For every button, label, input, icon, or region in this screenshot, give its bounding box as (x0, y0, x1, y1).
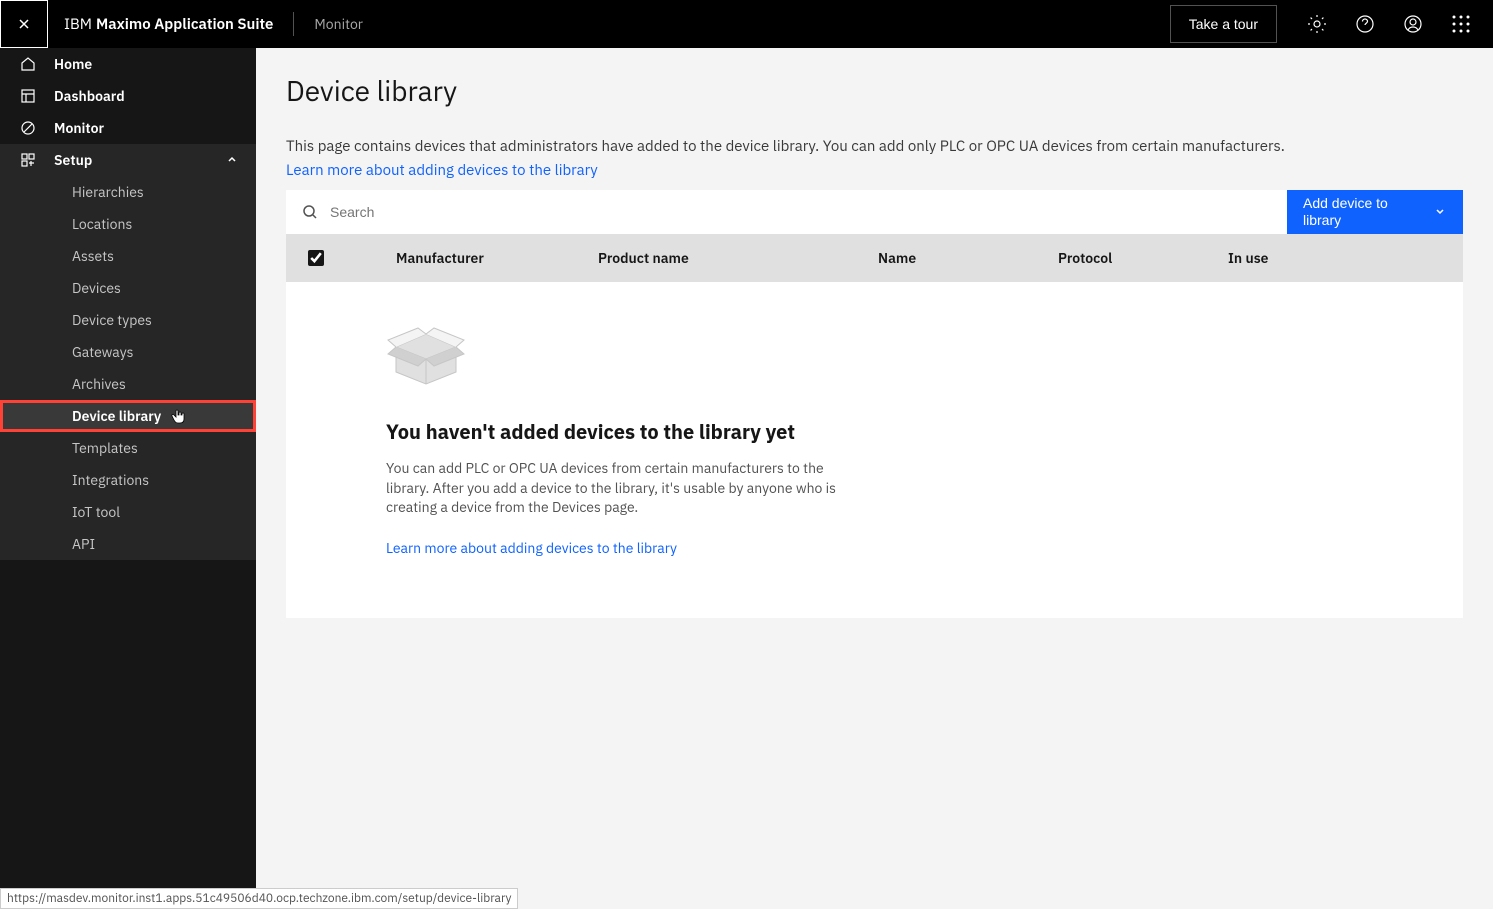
table-toolbar: Add device to library (286, 190, 1463, 234)
help-icon (1355, 14, 1375, 34)
sidebar-item-hierarchies[interactable]: Hierarchies (0, 176, 256, 208)
nav-dashboard[interactable]: Dashboard (0, 80, 256, 112)
sidebar-item-device-library-label: Device library (72, 407, 161, 425)
divider (293, 12, 294, 36)
apps-grid-icon (1452, 15, 1470, 33)
column-protocol[interactable]: Protocol (1046, 249, 1216, 267)
sidebar-item-device-library[interactable]: Device library (0, 400, 256, 432)
close-icon (16, 16, 32, 32)
help-button[interactable] (1345, 0, 1385, 48)
dashboard-icon (18, 88, 38, 104)
chevron-up-icon (226, 154, 238, 166)
empty-state-description: You can add PLC or OPC UA devices from c… (386, 459, 846, 518)
sidebar: Home Dashboard Monitor Setup Hierarchies… (0, 48, 256, 909)
app-header: IBM Maximo Application Suite Monitor Tak… (0, 0, 1493, 48)
nav-home[interactable]: Home (0, 48, 256, 80)
sidebar-item-integrations[interactable]: Integrations (0, 464, 256, 496)
user-button[interactable] (1393, 0, 1433, 48)
nav-home-label: Home (54, 55, 92, 73)
nav-setup-label: Setup (54, 151, 92, 169)
chevron-down-icon (1433, 205, 1447, 219)
add-device-button-label: Add device to library (1303, 195, 1423, 229)
select-all-checkbox[interactable] (308, 250, 324, 266)
empty-state-title: You haven't added devices to the library… (386, 418, 1363, 445)
gear-icon (1307, 14, 1327, 34)
search-input[interactable] (330, 204, 1271, 220)
column-in-use[interactable]: In use (1216, 249, 1336, 267)
sidebar-item-gateways[interactable]: Gateways (0, 336, 256, 368)
empty-state: You haven't added devices to the library… (286, 282, 1463, 618)
monitor-icon (18, 120, 38, 136)
sidebar-item-devices[interactable]: Devices (0, 272, 256, 304)
close-button[interactable] (0, 0, 48, 48)
sidebar-item-assets[interactable]: Assets (0, 240, 256, 272)
empty-box-icon (386, 322, 466, 394)
nav-dashboard-label: Dashboard (54, 87, 125, 105)
nav-monitor[interactable]: Monitor (0, 112, 256, 144)
nav-setup[interactable]: Setup (0, 144, 256, 176)
sidebar-item-api[interactable]: API (0, 528, 256, 560)
setup-submenu: Hierarchies Locations Assets Devices Dev… (0, 176, 256, 560)
nav-monitor-label: Monitor (54, 119, 104, 137)
breadcrumb-monitor[interactable]: Monitor (298, 15, 379, 33)
home-icon (18, 56, 38, 72)
sidebar-item-iot-tool[interactable]: IoT tool (0, 496, 256, 528)
sidebar-item-device-types[interactable]: Device types (0, 304, 256, 336)
main-content: Device library This page contains device… (256, 48, 1493, 909)
status-bar-url: https://masdev.monitor.inst1.apps.51c495… (0, 888, 518, 909)
page-title: Device library (286, 72, 1463, 109)
search-icon (302, 204, 318, 220)
empty-state-link[interactable]: Learn more about adding devices to the l… (386, 539, 677, 557)
brand: IBM Maximo Application Suite (48, 15, 289, 34)
brand-product: Maximo Application Suite (96, 15, 273, 34)
setup-icon (18, 152, 38, 168)
take-tour-button[interactable]: Take a tour (1170, 5, 1277, 43)
settings-button[interactable] (1297, 0, 1337, 48)
sidebar-item-templates[interactable]: Templates (0, 432, 256, 464)
header-icon-group (1297, 0, 1493, 48)
column-manufacturer[interactable]: Manufacturer (346, 249, 586, 267)
column-product-name[interactable]: Product name (586, 249, 866, 267)
search-box[interactable] (286, 190, 1287, 234)
brand-ibm: IBM (64, 15, 92, 34)
cursor-hand-icon (171, 408, 187, 426)
select-all-cell (286, 250, 346, 266)
sidebar-item-locations[interactable]: Locations (0, 208, 256, 240)
user-icon (1403, 14, 1423, 34)
apps-button[interactable] (1441, 0, 1481, 48)
sidebar-item-archives[interactable]: Archives (0, 368, 256, 400)
page-description: This page contains devices that administ… (286, 137, 1463, 156)
table-header: Manufacturer Product name Name Protocol … (286, 234, 1463, 282)
column-name[interactable]: Name (866, 249, 1046, 267)
add-device-button[interactable]: Add device to library (1287, 190, 1463, 234)
learn-more-link[interactable]: Learn more about adding devices to the l… (286, 161, 598, 180)
